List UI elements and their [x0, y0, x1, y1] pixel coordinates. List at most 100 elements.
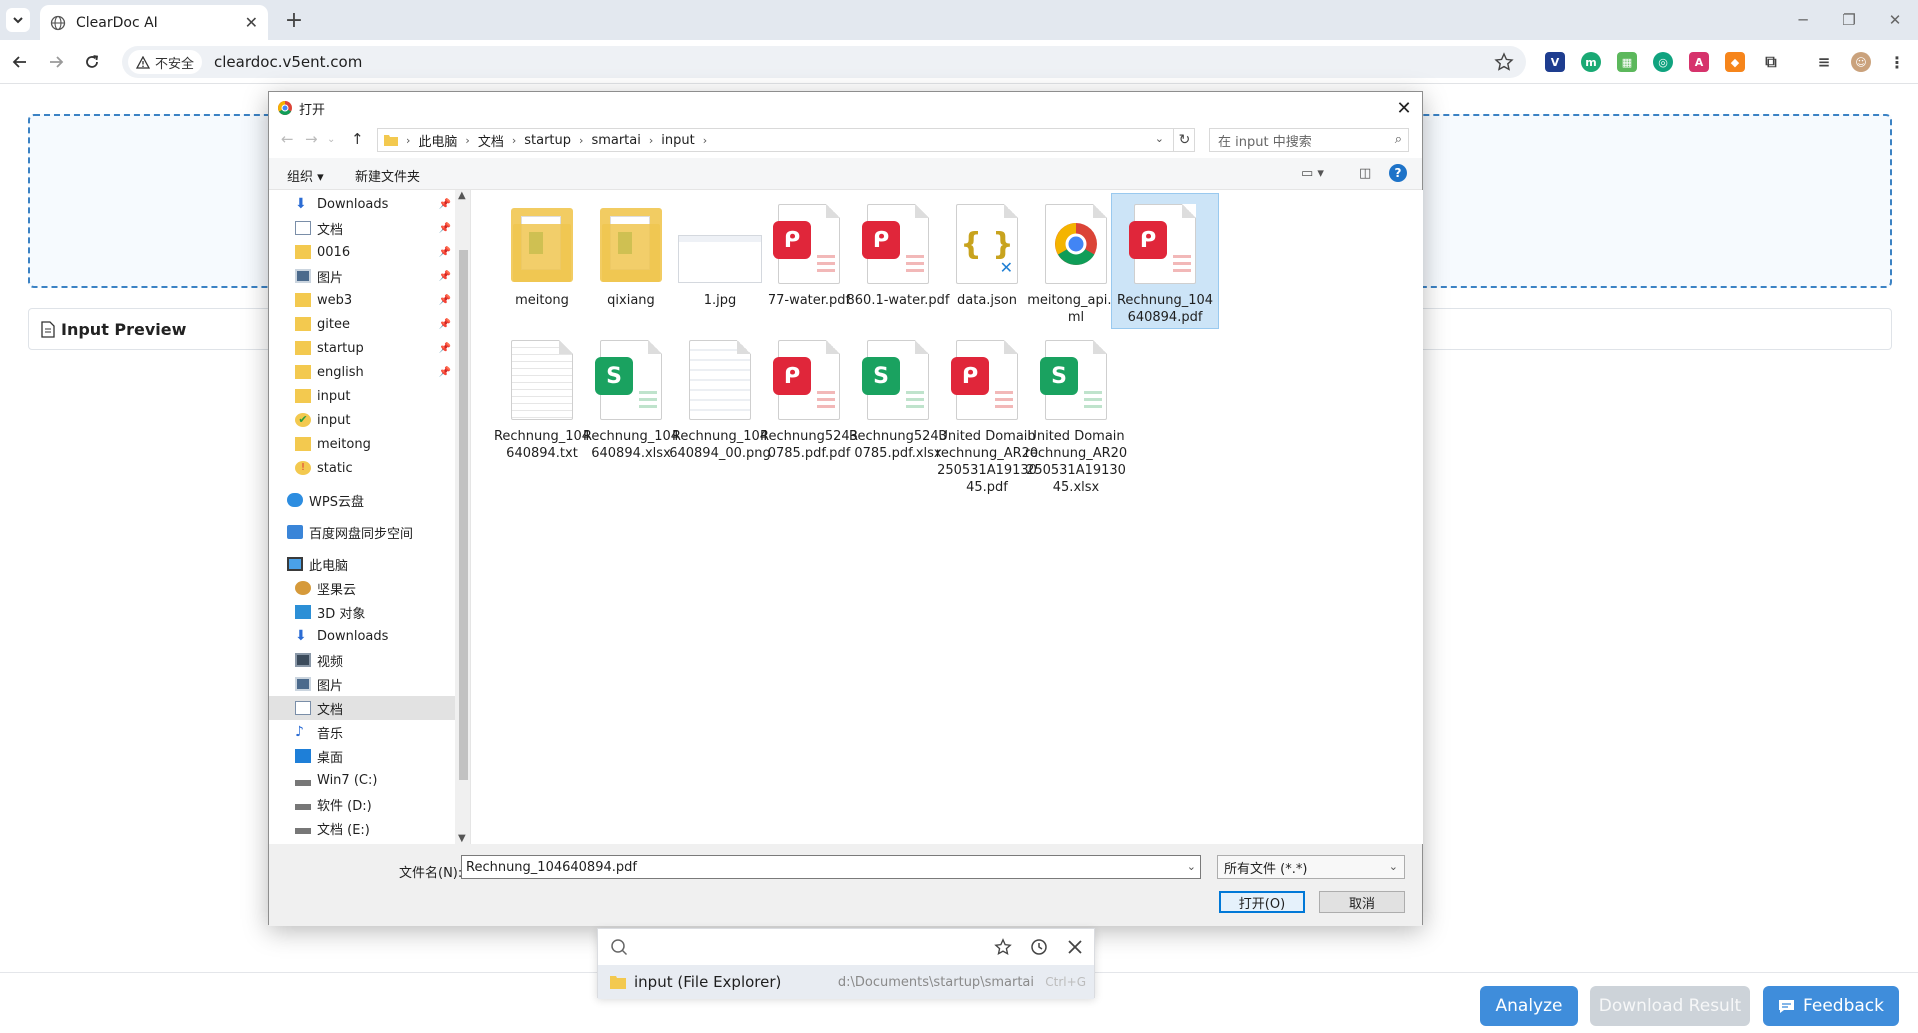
nav-item-3d-objects[interactable]: 3D 对象: [269, 600, 455, 624]
pdf-file-icon: ᑭ: [1123, 196, 1207, 292]
history-clock-icon[interactable]: [1030, 938, 1048, 956]
nav-item-downloads[interactable]: ⬇ Downloads 📌: [269, 192, 455, 216]
breadcrumb-item[interactable]: smartai: [591, 133, 640, 148]
drive-icon: [295, 828, 311, 834]
preview-pane-icon[interactable]: ◫: [1359, 166, 1371, 181]
recent-dropdown-icon[interactable]: ⌄: [327, 134, 335, 145]
forward-arrow-icon[interactable]: →: [305, 130, 318, 148]
organize-menu[interactable]: 组织 ▾: [287, 166, 324, 185]
reading-list-icon[interactable]: ≡: [1814, 52, 1834, 72]
launcher-popup: input (File Explorer) d:\Documents\start…: [597, 928, 1095, 999]
extension-m-icon[interactable]: m: [1581, 52, 1601, 72]
nav-item-gitee[interactable]: gitee 📌: [269, 312, 455, 336]
extension-v-icon[interactable]: V: [1545, 52, 1565, 72]
nav-item-english[interactable]: english 📌: [269, 360, 455, 384]
filetype-select[interactable]: 所有文件 (*.*) ⌄: [1217, 855, 1405, 879]
feedback-button[interactable]: Feedback: [1763, 986, 1899, 1026]
scroll-up-icon[interactable]: ▲: [458, 190, 466, 201]
reload-button[interactable]: [78, 48, 106, 76]
forward-button[interactable]: [42, 48, 70, 76]
breadcrumb-item[interactable]: 此电脑: [418, 131, 457, 150]
download-result-button[interactable]: Download Result: [1590, 986, 1750, 1026]
nav-item-startup[interactable]: startup 📌: [269, 336, 455, 360]
nav-item-input-synced[interactable]: ✔ input: [269, 408, 455, 432]
address-bar[interactable]: 不安全 cleardoc.v5ent.com: [122, 46, 1526, 78]
extension-fox-icon[interactable]: ◆: [1725, 52, 1745, 72]
nav-item-documents[interactable]: 文档 📌: [269, 216, 455, 240]
dialog-command-bar: 组织 ▾ 新建文件夹 ▭ ▾ ◫ ?: [269, 158, 1422, 190]
nav-scrollbar[interactable]: ▲ ▼: [455, 190, 470, 844]
nav-item-desktop[interactable]: 桌面: [269, 744, 455, 768]
breadcrumb-item[interactable]: input: [661, 133, 694, 148]
nav-item-nut-cloud[interactable]: 坚果云: [269, 576, 455, 600]
nav-item-0016[interactable]: 0016 📌: [269, 240, 455, 264]
nav-item-static[interactable]: ! static: [269, 456, 455, 480]
nav-item-baidu-sync[interactable]: 百度网盘同步空间: [269, 520, 455, 544]
nav-label: 文档: [317, 702, 344, 718]
baidu-sync-icon: [287, 525, 303, 539]
nav-item-drive-e[interactable]: 文档 (E:): [269, 816, 455, 840]
nav-label: web3: [317, 292, 353, 308]
launcher-result-item[interactable]: input (File Explorer) d:\Documents\start…: [598, 965, 1094, 999]
new-tab-button[interactable]: +: [280, 6, 308, 34]
back-button[interactable]: [6, 48, 34, 76]
restore-button[interactable]: ❐: [1826, 6, 1872, 34]
profile-avatar[interactable]: ☺: [1851, 52, 1871, 72]
analyze-button[interactable]: Analyze: [1480, 986, 1578, 1026]
nav-item-this-pc[interactable]: 此电脑: [269, 552, 455, 576]
url-text[interactable]: cleardoc.v5ent.com: [214, 53, 362, 71]
breadcrumb-separator-icon: ›: [702, 133, 708, 147]
scroll-down-icon[interactable]: ▼: [458, 833, 466, 844]
cancel-button[interactable]: 取消: [1319, 891, 1405, 913]
nav-item-drive-d[interactable]: 软件 (D:): [269, 792, 455, 816]
nav-item-videos[interactable]: 视频: [269, 648, 455, 672]
dialog-breadcrumb[interactable]: › 此电脑 › 文档 › startup › smartai › input ›…: [377, 128, 1195, 152]
launcher-search-row[interactable]: [598, 929, 1094, 965]
up-arrow-icon[interactable]: ↑: [351, 130, 364, 148]
result-title: input (File Explorer): [634, 973, 782, 991]
extension-grid-icon[interactable]: ▦: [1617, 52, 1637, 72]
dialog-address-row: ← → ⌄ ↑ › 此电脑 › 文档 › startup › smartai ›…: [269, 124, 1422, 156]
open-button[interactable]: 打开(O): [1219, 891, 1305, 913]
help-icon[interactable]: ?: [1389, 164, 1407, 182]
tab-close-icon[interactable]: ✕: [245, 13, 258, 32]
tools-icon[interactable]: [1066, 938, 1084, 956]
tab-search-button[interactable]: [6, 8, 30, 32]
nav-item-pictures-pc[interactable]: 图片: [269, 672, 455, 696]
nav-item-web3[interactable]: web3 📌: [269, 288, 455, 312]
nav-item-downloads-pc[interactable]: ⬇ Downloads: [269, 624, 455, 648]
nav-item-documents-pc[interactable]: 文档: [269, 696, 455, 720]
extension-translate-icon[interactable]: A: [1689, 52, 1709, 72]
dialog-search-input[interactable]: 在 input 中搜索 ⌕: [1209, 128, 1409, 152]
extension-chat-icon[interactable]: ◎: [1653, 52, 1673, 72]
new-folder-button[interactable]: 新建文件夹: [355, 166, 420, 185]
nav-item-input[interactable]: input: [269, 384, 455, 408]
nav-item-meitong[interactable]: meitong: [269, 432, 455, 456]
filename-input[interactable]: Rechnung_104640894.pdf ⌄: [461, 855, 1201, 879]
nav-item-pictures[interactable]: 图片 📌: [269, 264, 455, 288]
file-item-selected[interactable]: ᑭ Rechnung_104640894.pdf: [1111, 193, 1219, 329]
dialog-refresh-icon[interactable]: ↻: [1173, 128, 1195, 152]
extensions-puzzle-icon[interactable]: ⧉: [1761, 52, 1781, 72]
more-menu-icon[interactable]: ⋮: [1887, 52, 1907, 72]
minimize-button[interactable]: ─: [1780, 6, 1826, 34]
back-arrow-icon[interactable]: ←: [281, 130, 294, 148]
nav-item-drive-c[interactable]: Win7 (C:): [269, 768, 455, 792]
file-item[interactable]: S United Domain rechnung_AR20250531A1913…: [1023, 332, 1129, 496]
security-chip[interactable]: 不安全: [128, 50, 203, 74]
nav-scroll-thumb[interactable]: [459, 250, 468, 780]
window-close-button[interactable]: ✕: [1872, 6, 1918, 34]
breadcrumb-item[interactable]: 文档: [478, 131, 504, 150]
star-icon[interactable]: [994, 938, 1012, 956]
view-mode-icon[interactable]: ▭ ▾: [1301, 166, 1324, 181]
dialog-close-icon[interactable]: ✕: [1392, 96, 1416, 120]
breadcrumb-item[interactable]: startup: [524, 133, 571, 148]
folder-icon: [295, 317, 311, 331]
nav-item-wps-cloud[interactable]: WPS云盘: [269, 488, 455, 512]
nav-item-music[interactable]: ♪ 音乐: [269, 720, 455, 744]
chevron-down-icon[interactable]: ⌄: [1187, 860, 1196, 873]
browser-tab[interactable]: ClearDoc AI ✕: [40, 5, 268, 40]
chevron-down-icon[interactable]: ⌄: [1155, 132, 1164, 145]
dialog-title: 打开: [299, 102, 326, 118]
bookmark-star-icon[interactable]: [1494, 52, 1514, 72]
